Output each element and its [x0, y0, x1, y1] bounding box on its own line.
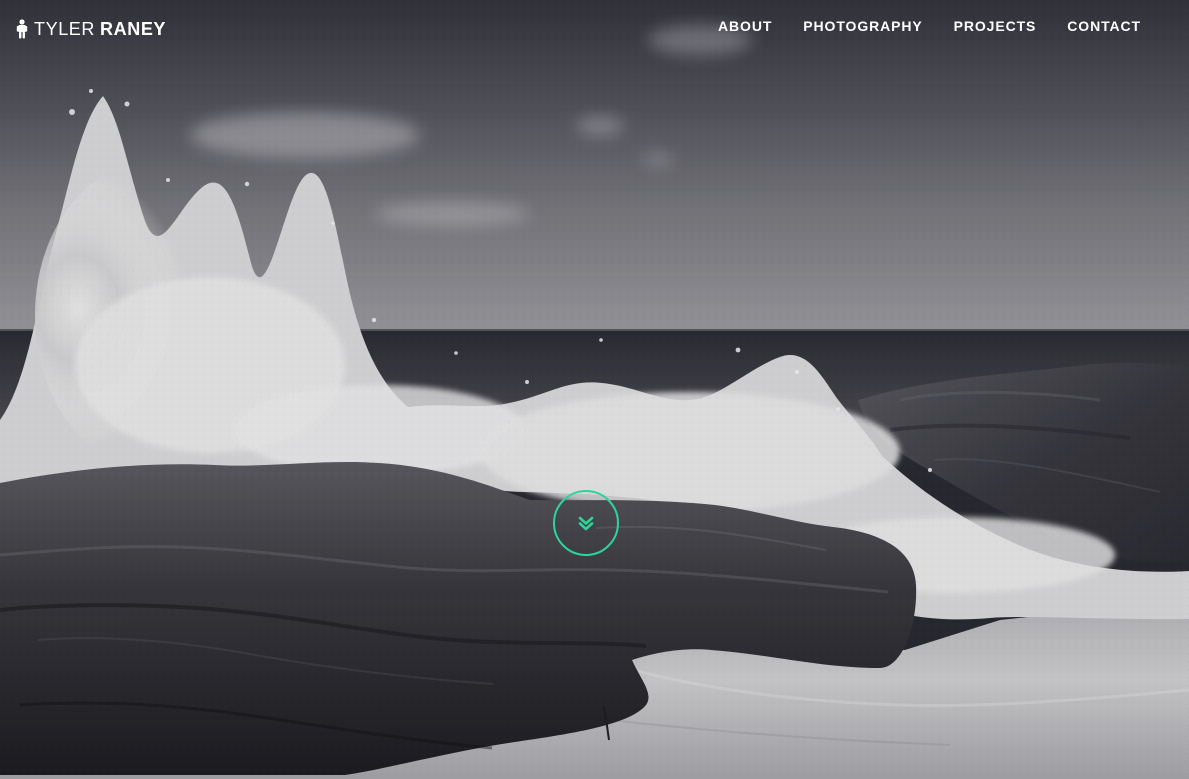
brand-last-name: RANEY: [100, 18, 167, 39]
brand-logo[interactable]: TYLER RANEY: [16, 17, 166, 41]
main-nav: ABOUT PHOTOGRAPHY PROJECTS CONTACT: [718, 18, 1141, 34]
nav-contact[interactable]: CONTACT: [1067, 18, 1141, 34]
scroll-down-button[interactable]: [553, 490, 619, 556]
nav-about[interactable]: ABOUT: [718, 18, 772, 34]
top-navigation: TYLER RANEY ABOUT PHOTOGRAPHY PROJECTS C…: [0, 0, 1189, 58]
nav-projects[interactable]: PROJECTS: [954, 18, 1037, 34]
hero-section: TYLER RANEY ABOUT PHOTOGRAPHY PROJECTS C…: [0, 0, 1189, 779]
nav-photography[interactable]: PHOTOGRAPHY: [803, 18, 922, 34]
double-chevron-down-icon: [575, 512, 597, 534]
hero-background-photo: [0, 0, 1189, 779]
person-icon: [16, 19, 28, 39]
brand-first-name: TYLER: [34, 18, 96, 39]
